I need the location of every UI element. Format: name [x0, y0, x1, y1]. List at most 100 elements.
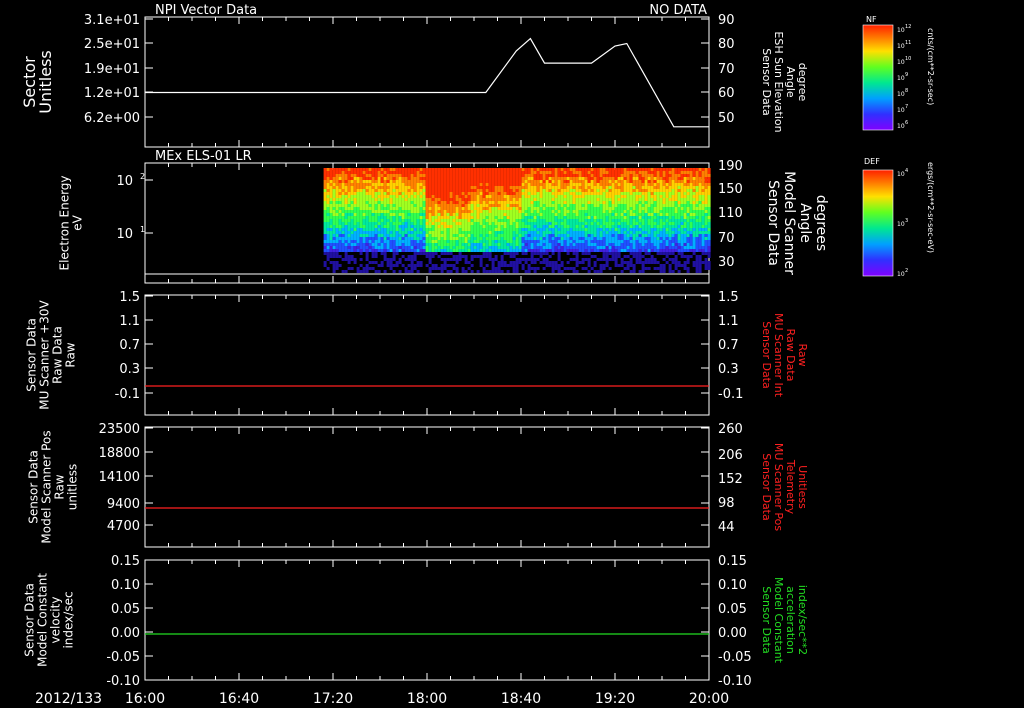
panel-frame [144, 426, 710, 548]
y-tick-label-right: 70 [718, 231, 735, 246]
left-axis-label: Electron Energy eV [58, 175, 85, 270]
y-tick-label-left: 1.2e+01 [84, 86, 140, 101]
right-axis-label-line: index/sec**2 [796, 585, 809, 655]
left-axis-label-line: Sensor Data [25, 318, 39, 392]
time-tick-label: 18:40 [501, 691, 541, 707]
y-tick-label-left: 18800 [99, 446, 140, 461]
y-tick-label-left: 0.15 [111, 554, 140, 569]
time-tick-label: 19:20 [595, 691, 635, 707]
right-axis-label-line: Sensor Data [765, 180, 781, 266]
colorbar-nf-title: NF [866, 15, 877, 24]
left-axis-label: Sensor Data Model Scanner Pos Raw unitless [27, 430, 80, 543]
right-axis-label-line: Model Scanner [781, 171, 797, 275]
right-axis-label-line: degrees [813, 195, 829, 251]
left-axis-label: Sensor Data MU Scanner +30V Raw Data Raw [25, 300, 78, 410]
left-axis-label-line: Model Constant [36, 573, 50, 667]
right-axis-label-line: MU Scanner Int [772, 313, 785, 398]
panel-p3: 1.5 1.1 0.7 0.3 -0.1 1.5 1.1 0.7 0.3 -0.1 Sensor D… [25, 290, 809, 416]
y-tick-label-right: -0.1 [718, 387, 743, 402]
y-tick-label-left: -0.05 [106, 650, 140, 665]
right-axis-label-line: acceleration [784, 586, 797, 654]
y-tick-label-right: 206 [718, 448, 743, 463]
panel-p4: 23500 18800 14100 9400 4700 260 206 152 98 44 Sens… [27, 422, 809, 548]
left-axis-label-line: Unitless [36, 50, 55, 114]
time-tick-label: 17:20 [313, 691, 353, 707]
y-tick-label-right: 70 [718, 62, 735, 77]
right-axis-label-line: Sensor Data [760, 453, 773, 520]
colorbar-def-tick: 10 [897, 221, 905, 228]
right-axis-label-line: Unitless [796, 465, 809, 509]
time-tick-label: 20:00 [689, 691, 729, 707]
panel-p1: 3.1e+01 2.5e+01 1.9e+01 1.2e+01 6.2e+00 90 80 7… [20, 3, 809, 148]
date-label: 2012/133 [35, 691, 102, 707]
y-tick-label-left: 10 [116, 174, 133, 189]
y-tick-label-right: 260 [718, 422, 743, 437]
panel-status: NO DATA [649, 3, 707, 18]
colorbar-nf-tick: 10 [897, 43, 905, 50]
y-tick-label-right: 90 [718, 13, 735, 28]
colorbar-nf-tick: 10 [897, 107, 905, 114]
colorbar-nf-tick-exp: 8 [905, 88, 908, 94]
colorbar-def-tick: 10 [897, 271, 905, 278]
right-axis-label-line: ESH Sun Elevation [772, 31, 785, 132]
colorbar-nf-gradient [862, 24, 894, 131]
y-tick-label-right: 1.5 [718, 290, 739, 305]
right-axis-label-line: Angle [797, 203, 813, 243]
y-tick-label-left: 6.2e+00 [84, 111, 140, 126]
y-tick-label-left: 9400 [107, 497, 140, 512]
left-axis-label-line: unitless [66, 464, 80, 510]
y-tick-label-right: 0.10 [718, 578, 747, 593]
colorbar-nf-tick-exp: 12 [905, 24, 911, 30]
y-tick-label-left: 4700 [107, 519, 140, 534]
y-tick-label-right: 0.05 [718, 602, 747, 617]
y-tick-label-left: 14100 [99, 470, 140, 485]
y-tick-label-right: 110 [718, 206, 743, 221]
right-axis-label-line: degree [796, 63, 809, 102]
left-axis-label-line: Sensor Data [23, 583, 37, 657]
y-tick-label-right: 80 [718, 37, 735, 52]
y-tick-label-right: 0.3 [718, 362, 739, 377]
right-axis-label-line: Raw Data [784, 329, 797, 382]
right-axis-label: Sensor Data MU Scanner Pos Telemetry Unitle… [760, 443, 809, 532]
y-tick-label-right: 50 [718, 111, 735, 126]
left-axis-label-line: Electron Energy [58, 175, 72, 270]
panel-frame [144, 16, 710, 148]
y-tick-label-left: 0.10 [111, 578, 140, 593]
y-tick-label-right: 1.1 [718, 314, 739, 329]
y-tick-label-left: 1.1 [119, 314, 140, 329]
time-tick-label: 16:40 [219, 691, 259, 707]
right-axis-label-line: MU Scanner Pos [772, 443, 785, 532]
y-tick-label-left: 23500 [99, 422, 140, 437]
right-axis-label: Sensor Data Model Constant acceleration ind… [760, 577, 809, 664]
colorbar-nf-tick: 10 [897, 27, 905, 34]
right-axis-label-line: Sensor Data [760, 321, 773, 388]
left-axis-label: Sensor Data Model Constant velocity index/s… [23, 573, 76, 667]
right-axis-label-line: Angle [784, 66, 797, 98]
right-axis-label-line: Model Constant [772, 577, 785, 664]
right-axis-label: Sensor Data MU Scanner Int Raw Data Raw [760, 313, 809, 398]
right-axis-label: Sensor Data ESH Sun Elevation Angle degree [760, 31, 809, 132]
left-axis-label-line: Sensor Data [27, 450, 41, 524]
right-axis-label-line: Raw [796, 343, 809, 366]
y-tick-label-right: 150 [718, 182, 743, 197]
panel-frame [144, 559, 710, 681]
y-tick-exponent: 1 [140, 225, 145, 234]
left-axis-label-line: Model Scanner Pos [40, 430, 54, 543]
y-tick-label-left: -0.10 [106, 674, 140, 689]
colorbar-nf-tick: 10 [897, 91, 905, 98]
right-axis-label: Sensor Data Model Scanner Angle degrees [765, 171, 829, 275]
panel-title: NPI Vector Data [155, 3, 257, 18]
colorbar-def-tick-exp: 4 [905, 168, 908, 174]
colorbar-nf-tick-exp: 7 [905, 104, 908, 110]
panel-title: MEx ELS-01 LR [155, 149, 252, 164]
colorbar-nf-tick-exp: 6 [905, 120, 908, 126]
left-axis-label-line: velocity [49, 597, 63, 644]
y-tick-label-left: 2.5e+01 [84, 37, 140, 52]
series-line-sun-elevation [145, 37, 709, 128]
y-tick-label-right: 30 [718, 255, 735, 270]
y-tick-label-right: 190 [718, 159, 743, 174]
y-tick-label-left: -0.1 [115, 387, 140, 402]
left-axis-label-line: Raw [64, 342, 78, 367]
y-tick-label-right: 0.15 [718, 554, 747, 569]
time-tick-label: 18:00 [407, 691, 447, 707]
